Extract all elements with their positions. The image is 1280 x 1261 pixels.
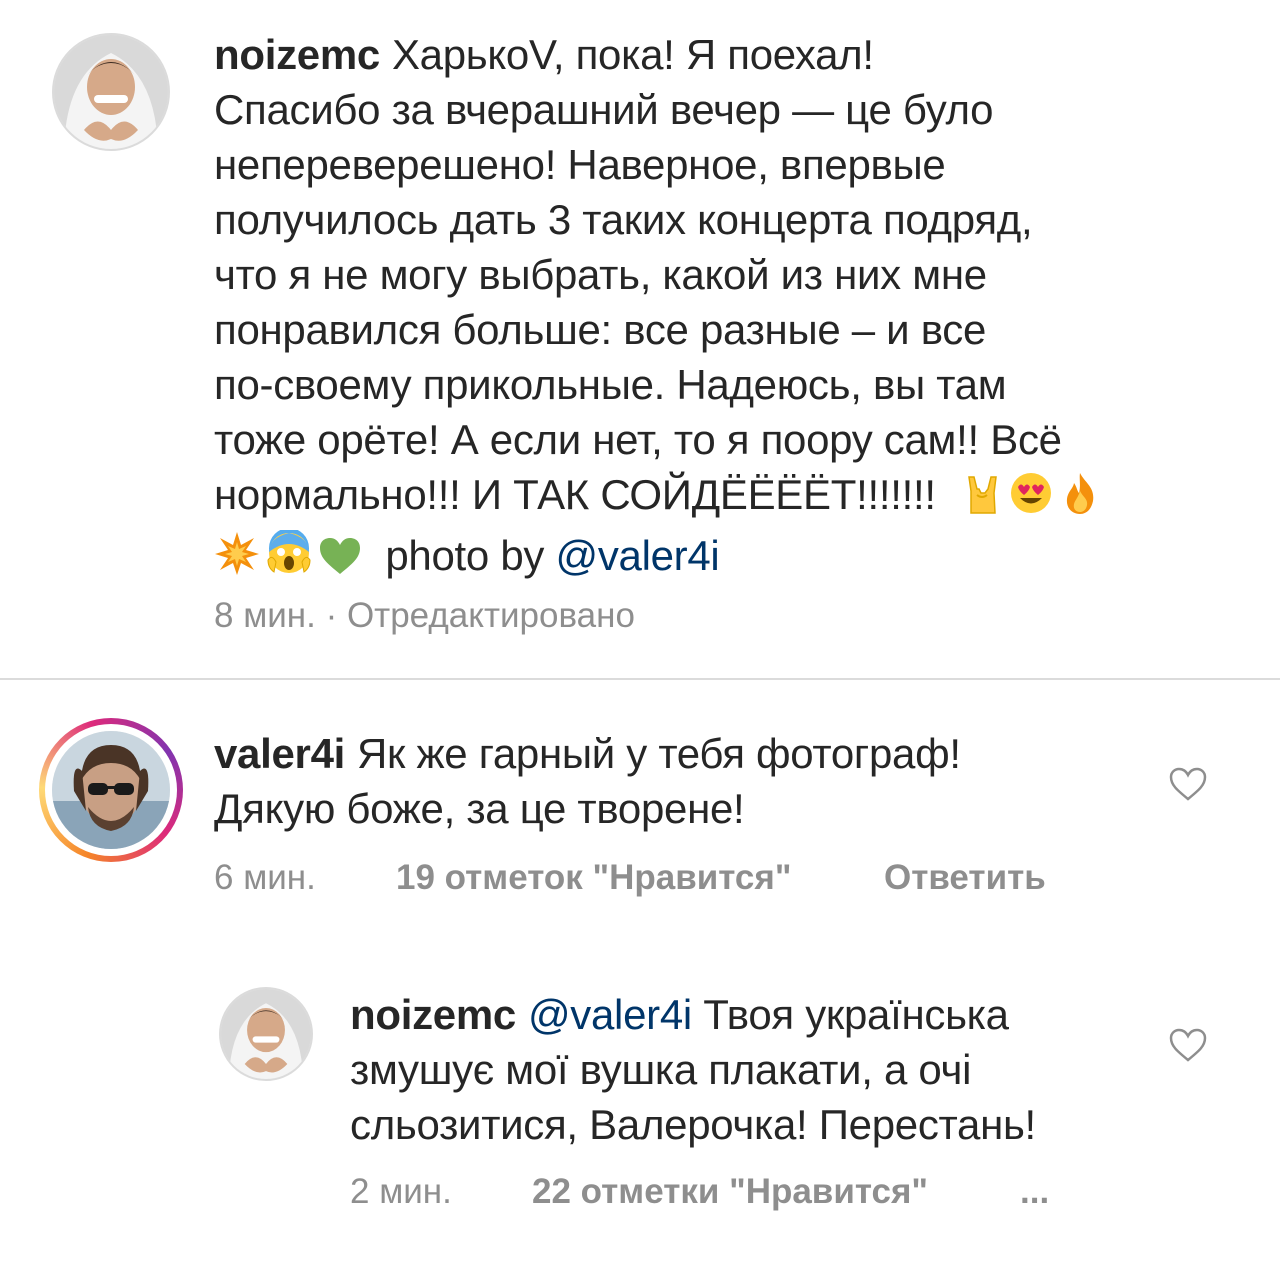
reply-text: noizemc @valer4i Твоя українська змушує м… (350, 987, 1036, 1152)
avatar-noizemc-image (54, 35, 168, 149)
reply-meta: 2 мин. 22 отметки "Нравится" ... (350, 1172, 1049, 1212)
reply-line: noizemc @valer4i Твоя українська (350, 991, 1009, 1038)
mention-link[interactable]: @valer4i (528, 991, 692, 1038)
caption-line: получилось дать 3 таких концерта подряд, (214, 196, 1033, 243)
caption-line: noizemc ХарькоV, пока! Я поехал! (214, 31, 874, 78)
caption-line: нормально!!! И ТАК СОЙДЁЁЁЁТ!!!!!!! (214, 467, 1107, 528)
sign-of-horns-icon (961, 473, 1003, 528)
avatar[interactable] (52, 33, 170, 151)
screaming-face-icon (266, 528, 312, 589)
caption-line: photo by @valer4i (214, 528, 1107, 589)
caption-line: понравился больше: все разные – и все (214, 306, 987, 353)
comment-line: Дякую боже, за це творене! (214, 785, 745, 832)
caption-meta: 8 мин. · Отредактировано (214, 596, 635, 636)
like-heart-icon[interactable] (1168, 1027, 1208, 1063)
avatar[interactable] (219, 987, 313, 1081)
likes-count-button[interactable]: 22 отметки "Нравится" (532, 1172, 928, 1212)
caption-line: что я не могу выбрать, какой из них мне (214, 251, 987, 298)
username[interactable]: noizemc (214, 31, 380, 78)
heart-eyes-icon (1009, 471, 1053, 528)
like-heart-icon[interactable] (1168, 766, 1208, 802)
divider (0, 678, 1280, 680)
timestamp: 8 мин. (214, 596, 316, 635)
comment-text: valer4i Як же гарный у тебя фотограф! Дяк… (214, 726, 961, 836)
mention-link[interactable]: @valer4i (555, 532, 719, 579)
caption-line: Спасибо за вчерашний вечер — це було (214, 86, 994, 133)
caption-text: noizemc ХарькоV, пока! Я поехал! Спасибо … (214, 27, 1107, 589)
edited-label: · Отредактировано (315, 596, 635, 635)
username[interactable]: valer4i (214, 730, 345, 777)
caption-line: тоже орёте! А если нет, то я поору сам!!… (214, 416, 1062, 463)
caption-line: непереверешено! Наверное, впервые (214, 141, 946, 188)
comment-meta: 6 мин. 19 отметок "Нравится" Ответить (214, 858, 1046, 898)
story-ring[interactable] (39, 718, 183, 862)
reply-line: змушує мої вушка плакати, а очі (350, 1046, 972, 1093)
username[interactable]: noizemc (350, 991, 516, 1038)
more-options-button[interactable]: ... (1020, 1172, 1049, 1212)
caption-line: по-своему прикольные. Надеюсь, вы там (214, 361, 1007, 408)
reply-button[interactable]: Ответить (884, 858, 1046, 898)
reply-line: сльозитися, Валерочка! Перестань! (350, 1101, 1036, 1148)
avatar-valer4i-image (52, 731, 170, 849)
timestamp: 2 мин. (350, 1172, 452, 1211)
timestamp: 6 мин. (214, 858, 316, 897)
comment-line: valer4i Як же гарный у тебя фотограф! (214, 730, 961, 777)
fire-icon (1059, 471, 1101, 528)
collision-icon (214, 530, 260, 589)
likes-count-button[interactable]: 19 отметок "Нравится" (396, 858, 791, 898)
avatar-noizemc-image (221, 989, 311, 1079)
green-heart-icon (318, 534, 362, 589)
avatar (52, 731, 170, 849)
